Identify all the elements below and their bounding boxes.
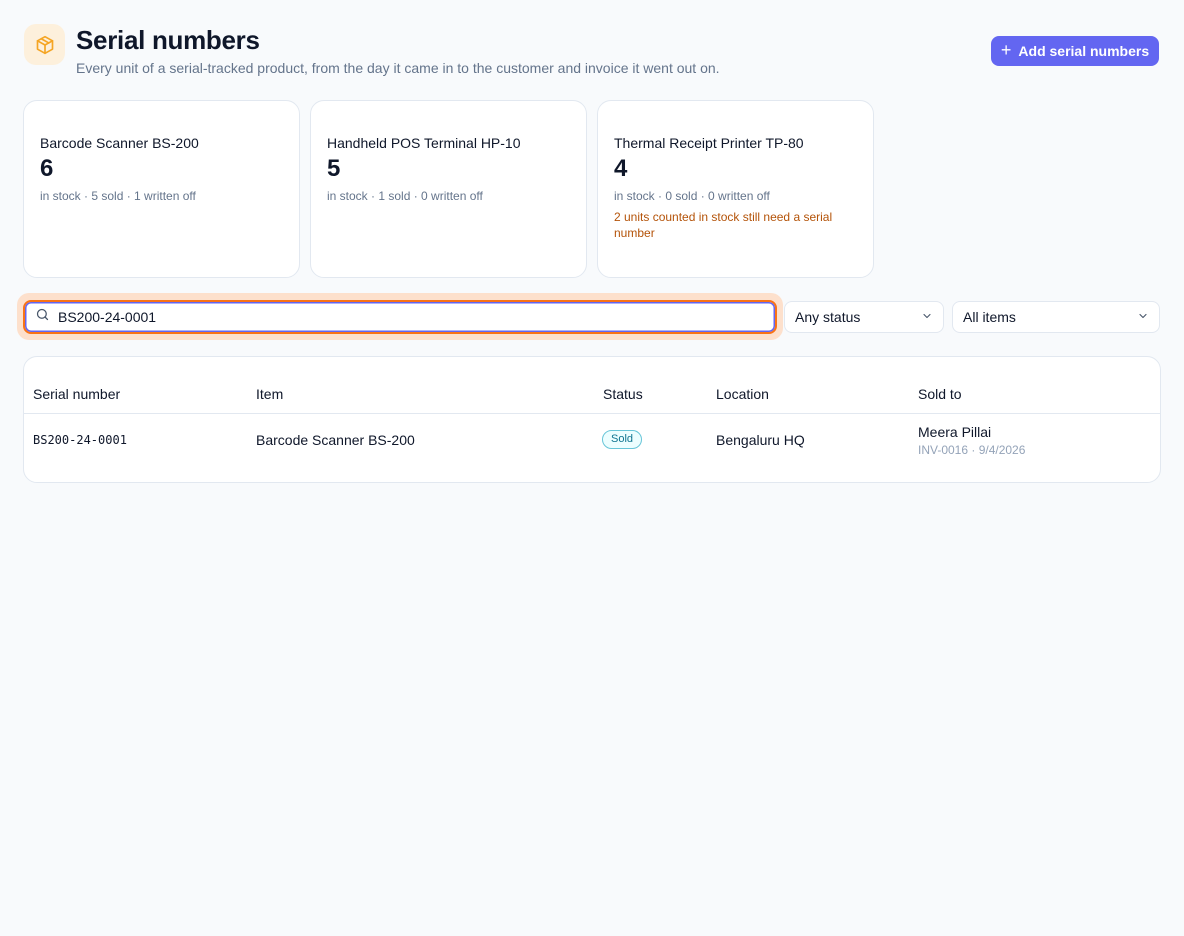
add-serial-numbers-button[interactable]: + Add serial numbers bbox=[991, 36, 1159, 66]
serial-numbers-table: Serial number Item Status Location Sold … bbox=[23, 356, 1161, 483]
column-header-item[interactable]: Item bbox=[256, 386, 283, 402]
chevron-down-icon bbox=[1137, 309, 1149, 325]
serial-number-cell: BS200-24-0001 bbox=[33, 433, 127, 447]
search-field[interactable] bbox=[23, 300, 777, 334]
table-row[interactable]: BS200-24-0001 Barcode Scanner BS-200 Sol… bbox=[24, 414, 1160, 482]
column-header-sold-to[interactable]: Sold to bbox=[918, 386, 962, 402]
status-badge: Sold bbox=[602, 430, 643, 449]
item-filter-select[interactable]: All items bbox=[952, 301, 1160, 333]
card-item-name: Handheld POS Terminal HP-10 bbox=[327, 135, 521, 151]
page-header: Serial numbers Every unit of a serial-tr… bbox=[24, 24, 1159, 84]
card-stock-count: 6 bbox=[40, 155, 54, 182]
card-warning: 2 units counted in stock still need a se… bbox=[614, 210, 833, 240]
card-stock-count: 4 bbox=[614, 155, 628, 182]
chevron-down-icon bbox=[921, 309, 933, 325]
add-serial-numbers-label: Add serial numbers bbox=[1018, 43, 1150, 59]
sold-to-cell: Meera Pillai INV-0016 · 9/4/2026 bbox=[918, 424, 1025, 457]
item-cell: Barcode Scanner BS-200 bbox=[256, 432, 415, 448]
card-item-name: Barcode Scanner BS-200 bbox=[40, 135, 199, 151]
summary-card: Handheld POS Terminal HP-10 5 in stock ·… bbox=[310, 100, 587, 278]
package-icon bbox=[24, 24, 65, 65]
column-header-status[interactable]: Status bbox=[603, 386, 643, 402]
page-title: Serial numbers bbox=[76, 25, 260, 55]
search-icon bbox=[35, 307, 50, 327]
card-stats: in stock · 1 sold · 0 written off bbox=[327, 189, 483, 203]
summary-card: Barcode Scanner BS-200 6 in stock · 5 so… bbox=[23, 100, 300, 278]
table-header: Serial number Item Status Location Sold … bbox=[24, 357, 1160, 414]
customer-name: Meera Pillai bbox=[918, 424, 992, 440]
summary-card: Thermal Receipt Printer TP-80 4 in stock… bbox=[597, 100, 874, 278]
status-filter-select[interactable]: Any status bbox=[784, 301, 944, 333]
invoice-reference: INV-0016 · 9/4/2026 bbox=[918, 443, 1026, 457]
item-filter-value: All items bbox=[963, 309, 1016, 325]
card-stats: in stock · 5 sold · 1 written off bbox=[40, 189, 196, 203]
status-filter-value: Any status bbox=[795, 309, 861, 325]
card-stats: in stock · 0 sold · 0 written off bbox=[614, 189, 770, 203]
summary-cards: Barcode Scanner BS-200 6 in stock · 5 so… bbox=[23, 100, 874, 278]
column-header-serial[interactable]: Serial number bbox=[33, 386, 120, 402]
page-subtitle: Every unit of a serial-tracked product, … bbox=[76, 60, 720, 76]
plus-icon: + bbox=[1000, 40, 1012, 60]
card-stock-count: 5 bbox=[327, 155, 341, 182]
location-cell: Bengaluru HQ bbox=[716, 432, 805, 448]
column-header-location[interactable]: Location bbox=[716, 386, 769, 402]
search-input[interactable] bbox=[58, 309, 738, 325]
card-item-name: Thermal Receipt Printer TP-80 bbox=[614, 135, 804, 151]
